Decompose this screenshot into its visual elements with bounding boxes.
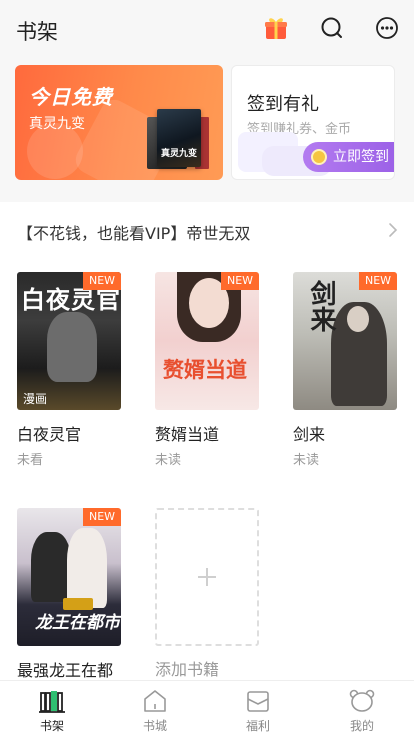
tab-label: 我的 — [349, 719, 374, 733]
sign-in-button[interactable]: 立即签到 — [303, 142, 394, 172]
book-title: 白夜灵官 — [17, 425, 82, 444]
new-badge: NEW — [83, 272, 121, 290]
bear-face-icon — [349, 689, 375, 712]
book-cover[interactable]: 白夜灵官 漫画 NEW — [17, 272, 121, 410]
read-status: 未看 — [17, 453, 44, 468]
cover-title: 剑来 — [306, 280, 336, 332]
tab-bookshelf[interactable]: 书架 — [0, 681, 104, 736]
new-badge: NEW — [221, 272, 259, 290]
free-today-title: 今日免费 — [29, 85, 113, 109]
page-title: 书架 — [16, 20, 58, 44]
bookshelf-icon — [39, 691, 65, 713]
book-cover[interactable]: 龙王在都市 NEW — [17, 508, 121, 646]
book-title: 剑来 — [293, 425, 326, 444]
sign-in-title: 签到有礼 — [247, 94, 319, 115]
read-status: 未读 — [155, 453, 182, 468]
sign-in-button-label: 立即签到 — [333, 149, 389, 165]
book-title: 赘婿当道 — [155, 425, 220, 444]
top-bar: 书架 — [0, 0, 414, 58]
bottom-tab-bar: 书架 书城 福利 我的 — [0, 680, 414, 736]
cover-title: 龙王在都市 — [35, 613, 120, 633]
free-book-cover: 真灵九变 — [157, 109, 201, 167]
tab-welfare[interactable]: 福利 — [206, 681, 310, 736]
new-badge: NEW — [359, 272, 397, 290]
tab-bookstore[interactable]: 书城 — [103, 681, 207, 736]
new-badge: NEW — [83, 508, 121, 526]
book-cover[interactable]: 赘婿当道 NEW — [155, 272, 259, 410]
notice-text: 【不花钱，也能看VIP】帝世无双 — [17, 224, 251, 243]
gift-box-icon — [247, 691, 269, 712]
gift-icon[interactable] — [263, 15, 289, 41]
tab-profile[interactable]: 我的 — [310, 681, 414, 736]
cover-art — [31, 532, 71, 602]
free-today-card[interactable]: 今日免费 真灵九变 真灵九变 — [15, 65, 223, 180]
book-type-tag: 漫画 — [23, 392, 48, 406]
house-icon — [144, 690, 166, 712]
cover-art — [67, 528, 107, 608]
tab-label: 福利 — [245, 719, 270, 733]
more-icon[interactable] — [374, 15, 400, 41]
cover-art — [47, 312, 97, 382]
book-cover[interactable]: 剑来 NEW — [293, 272, 397, 410]
promo-notice[interactable]: 【不花钱，也能看VIP】帝世无双 — [0, 212, 414, 248]
add-book-button[interactable] — [155, 508, 259, 646]
sign-in-card[interactable]: 签到有礼 签到赚礼券、金币 立即签到 — [231, 65, 395, 180]
add-book-label: 添加书籍 — [155, 660, 220, 679]
book-title: 最强龙王在都 — [17, 661, 114, 680]
free-book-cover-title: 真灵九变 — [161, 149, 198, 159]
chevron-right-icon — [389, 223, 398, 237]
search-icon[interactable] — [319, 15, 345, 41]
tab-label: 书城 — [142, 719, 167, 733]
plus-icon — [198, 568, 216, 586]
cover-title: 赘婿当道 — [163, 358, 247, 382]
free-today-book: 真灵九变 — [29, 116, 85, 132]
coin-icon — [311, 149, 327, 165]
promo-section: 今日免费 真灵九变 真灵九变 签到有礼 签到赚礼券、金币 立即签到 — [0, 58, 414, 202]
read-status: 未读 — [293, 453, 320, 468]
tab-label: 书架 — [39, 719, 64, 733]
cover-art — [347, 306, 369, 332]
